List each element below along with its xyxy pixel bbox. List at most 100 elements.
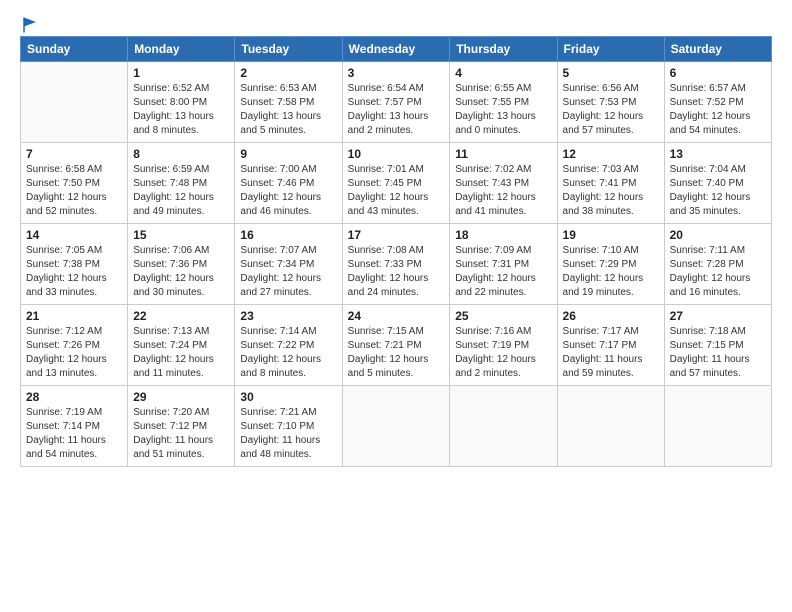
day-number: 1 (133, 66, 229, 80)
day-cell: 22 Sunrise: 7:13 AM Sunset: 7:24 PM Dayli… (128, 305, 235, 386)
logo (20, 16, 39, 30)
day-cell: 28 Sunrise: 7:19 AM Sunset: 7:14 PM Dayli… (21, 386, 128, 467)
day-number: 25 (455, 309, 551, 323)
day-number: 12 (563, 147, 659, 161)
week-row-3: 21Sunrise: 7:12 AM Sunset: 7:26 PM Dayli… (21, 305, 772, 386)
day-info: Sunrise: 7:17 AM Sunset: 7:17 PM Dayligh… (563, 325, 659, 381)
day-number: 2 (240, 66, 336, 80)
week-row-2: 14 Sunrise: 7:05 AM Sunset: 7:38 PM Dayli… (21, 224, 772, 305)
day-info: Sunrise: 7:15 AM Sunset: 7:21 PM Dayligh… (348, 325, 445, 381)
day-cell: 8 Sunrise: 6:59 AM Sunset: 7:48 PM Daylig… (128, 143, 235, 224)
day-cell: 20Sunrise: 7:11 AM Sunset: 7:28 PM Dayli… (664, 224, 771, 305)
day-cell: 1 Sunrise: 6:52 AM Sunset: 8:00 PM Daylig… (128, 62, 235, 143)
header-monday: Monday (128, 37, 235, 62)
day-info: Sunrise: 7:00 AM Sunset: 7:46 PM Dayligh… (240, 163, 336, 219)
day-number: 19 (563, 228, 659, 242)
day-number: 5 (563, 66, 659, 80)
day-info: Sunrise: 6:56 AM Sunset: 7:53 PM Dayligh… (563, 82, 659, 138)
day-number: 20 (670, 228, 766, 242)
day-cell: 14 Sunrise: 7:05 AM Sunset: 7:38 PM Dayli… (21, 224, 128, 305)
day-number: 18 (455, 228, 551, 242)
day-number: 29 (133, 390, 229, 404)
week-row-0: 1 Sunrise: 6:52 AM Sunset: 8:00 PM Daylig… (21, 62, 772, 143)
day-number: 11 (455, 147, 551, 161)
day-info: Sunrise: 7:07 AM Sunset: 7:34 PM Dayligh… (240, 244, 336, 300)
day-info: Sunrise: 7:05 AM Sunset: 7:38 PM Dayligh… (26, 244, 122, 300)
day-number: 3 (348, 66, 445, 80)
logo-flag-icon (21, 16, 39, 34)
day-info: Sunrise: 7:18 AM Sunset: 7:15 PM Dayligh… (670, 325, 766, 381)
day-number: 14 (26, 228, 122, 242)
day-info: Sunrise: 6:53 AM Sunset: 7:58 PM Dayligh… (240, 82, 336, 138)
day-number: 27 (670, 309, 766, 323)
day-number: 17 (348, 228, 445, 242)
day-cell: 30Sunrise: 7:21 AM Sunset: 7:10 PM Dayli… (235, 386, 342, 467)
calendar-table: SundayMondayTuesdayWednesdayThursdayFrid… (20, 36, 772, 467)
day-number: 15 (133, 228, 229, 242)
day-number: 9 (240, 147, 336, 161)
header-sunday: Sunday (21, 37, 128, 62)
day-cell: 7 Sunrise: 6:58 AM Sunset: 7:50 PM Daylig… (21, 143, 128, 224)
day-number: 8 (133, 147, 229, 161)
day-info: Sunrise: 7:09 AM Sunset: 7:31 PM Dayligh… (455, 244, 551, 300)
day-number: 24 (348, 309, 445, 323)
day-number: 6 (670, 66, 766, 80)
day-cell (557, 386, 664, 467)
header-wednesday: Wednesday (342, 37, 450, 62)
day-cell: 11 Sunrise: 7:02 AM Sunset: 7:43 PM Dayli… (450, 143, 557, 224)
day-cell: 6 Sunrise: 6:57 AM Sunset: 7:52 PM Daylig… (664, 62, 771, 143)
day-cell: 21Sunrise: 7:12 AM Sunset: 7:26 PM Dayli… (21, 305, 128, 386)
day-cell: 15 Sunrise: 7:06 AM Sunset: 7:36 PM Dayli… (128, 224, 235, 305)
day-number: 22 (133, 309, 229, 323)
day-cell: 9 Sunrise: 7:00 AM Sunset: 7:46 PM Daylig… (235, 143, 342, 224)
day-number: 28 (26, 390, 122, 404)
day-info: Sunrise: 7:08 AM Sunset: 7:33 PM Dayligh… (348, 244, 445, 300)
day-number: 10 (348, 147, 445, 161)
day-info: Sunrise: 6:57 AM Sunset: 7:52 PM Dayligh… (670, 82, 766, 138)
week-row-4: 28 Sunrise: 7:19 AM Sunset: 7:14 PM Dayli… (21, 386, 772, 467)
day-number: 4 (455, 66, 551, 80)
day-cell: 29 Sunrise: 7:20 AM Sunset: 7:12 PM Dayli… (128, 386, 235, 467)
day-cell: 5 Sunrise: 6:56 AM Sunset: 7:53 PM Daylig… (557, 62, 664, 143)
day-cell (450, 386, 557, 467)
day-cell: 16Sunrise: 7:07 AM Sunset: 7:34 PM Dayli… (235, 224, 342, 305)
day-cell (342, 386, 450, 467)
day-info: Sunrise: 7:14 AM Sunset: 7:22 PM Dayligh… (240, 325, 336, 381)
day-cell: 2 Sunrise: 6:53 AM Sunset: 7:58 PM Daylig… (235, 62, 342, 143)
day-info: Sunrise: 7:10 AM Sunset: 7:29 PM Dayligh… (563, 244, 659, 300)
day-number: 13 (670, 147, 766, 161)
week-row-1: 7 Sunrise: 6:58 AM Sunset: 7:50 PM Daylig… (21, 143, 772, 224)
day-cell: 4Sunrise: 6:55 AM Sunset: 7:55 PM Daylig… (450, 62, 557, 143)
day-info: Sunrise: 7:06 AM Sunset: 7:36 PM Dayligh… (133, 244, 229, 300)
header-friday: Friday (557, 37, 664, 62)
day-cell: 24 Sunrise: 7:15 AM Sunset: 7:21 PM Dayli… (342, 305, 450, 386)
day-info: Sunrise: 6:54 AM Sunset: 7:57 PM Dayligh… (348, 82, 445, 138)
day-info: Sunrise: 6:59 AM Sunset: 7:48 PM Dayligh… (133, 163, 229, 219)
day-number: 7 (26, 147, 122, 161)
day-info: Sunrise: 7:16 AM Sunset: 7:19 PM Dayligh… (455, 325, 551, 381)
days-header-row: SundayMondayTuesdayWednesdayThursdayFrid… (21, 37, 772, 62)
day-cell: 26 Sunrise: 7:17 AM Sunset: 7:17 PM Dayli… (557, 305, 664, 386)
day-info: Sunrise: 6:58 AM Sunset: 7:50 PM Dayligh… (26, 163, 122, 219)
day-number: 21 (26, 309, 122, 323)
day-cell: 18 Sunrise: 7:09 AM Sunset: 7:31 PM Dayli… (450, 224, 557, 305)
day-cell: 27 Sunrise: 7:18 AM Sunset: 7:15 PM Dayli… (664, 305, 771, 386)
day-cell (664, 386, 771, 467)
header-tuesday: Tuesday (235, 37, 342, 62)
header-saturday: Saturday (664, 37, 771, 62)
day-cell (21, 62, 128, 143)
day-info: Sunrise: 7:01 AM Sunset: 7:45 PM Dayligh… (348, 163, 445, 219)
day-info: Sunrise: 7:02 AM Sunset: 7:43 PM Dayligh… (455, 163, 551, 219)
day-cell: 23 Sunrise: 7:14 AM Sunset: 7:22 PM Dayli… (235, 305, 342, 386)
day-info: Sunrise: 7:20 AM Sunset: 7:12 PM Dayligh… (133, 406, 229, 462)
header-thursday: Thursday (450, 37, 557, 62)
day-cell: 13 Sunrise: 7:04 AM Sunset: 7:40 PM Dayli… (664, 143, 771, 224)
day-number: 23 (240, 309, 336, 323)
day-info: Sunrise: 6:52 AM Sunset: 8:00 PM Dayligh… (133, 82, 229, 138)
day-number: 26 (563, 309, 659, 323)
day-info: Sunrise: 7:04 AM Sunset: 7:40 PM Dayligh… (670, 163, 766, 219)
day-info: Sunrise: 7:13 AM Sunset: 7:24 PM Dayligh… (133, 325, 229, 381)
day-cell: 25 Sunrise: 7:16 AM Sunset: 7:19 PM Dayli… (450, 305, 557, 386)
day-cell: 12Sunrise: 7:03 AM Sunset: 7:41 PM Dayli… (557, 143, 664, 224)
day-info: Sunrise: 7:19 AM Sunset: 7:14 PM Dayligh… (26, 406, 122, 462)
